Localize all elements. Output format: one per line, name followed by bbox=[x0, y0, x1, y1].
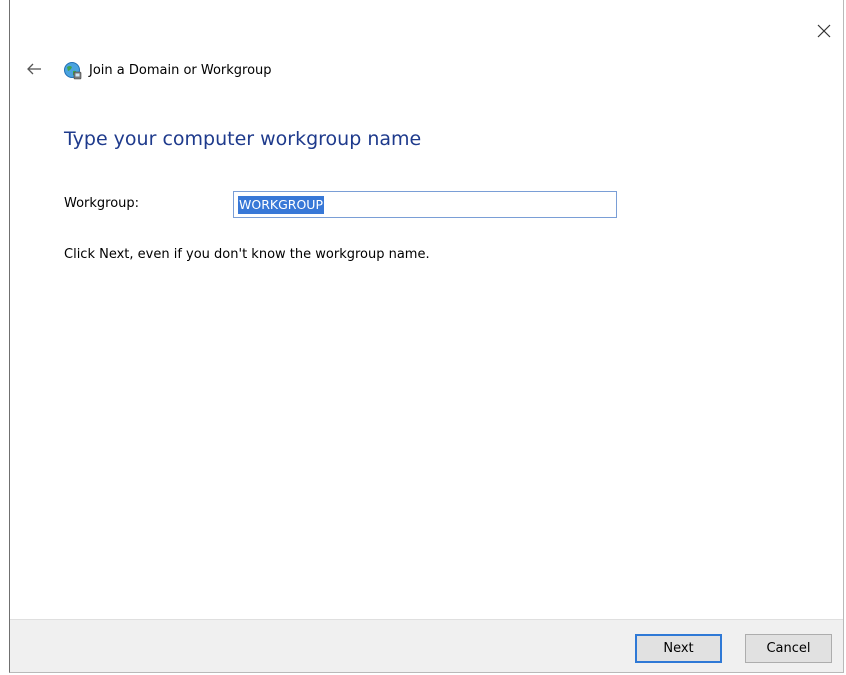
network-globe-icon bbox=[63, 61, 82, 80]
close-button[interactable] bbox=[805, 16, 843, 46]
back-arrow-icon bbox=[27, 63, 41, 75]
workgroup-input[interactable]: WORKGROUP bbox=[233, 191, 617, 218]
hint-text: Click Next, even if you don't know the w… bbox=[64, 247, 430, 262]
dialog-footer: Next Cancel bbox=[10, 619, 843, 672]
page-heading: Type your computer workgroup name bbox=[64, 128, 422, 150]
dialog-header: Join a Domain or Workgroup bbox=[63, 59, 272, 81]
back-button[interactable] bbox=[23, 58, 45, 80]
next-button[interactable]: Next bbox=[635, 634, 722, 663]
dialog-title: Join a Domain or Workgroup bbox=[89, 62, 272, 78]
workgroup-label: Workgroup: bbox=[64, 196, 140, 211]
workgroup-input-value: WORKGROUP bbox=[238, 195, 324, 214]
cancel-button[interactable]: Cancel bbox=[745, 634, 832, 663]
close-icon bbox=[817, 24, 831, 38]
dialog-window: Join a Domain or Workgroup Type your com… bbox=[9, 0, 844, 673]
